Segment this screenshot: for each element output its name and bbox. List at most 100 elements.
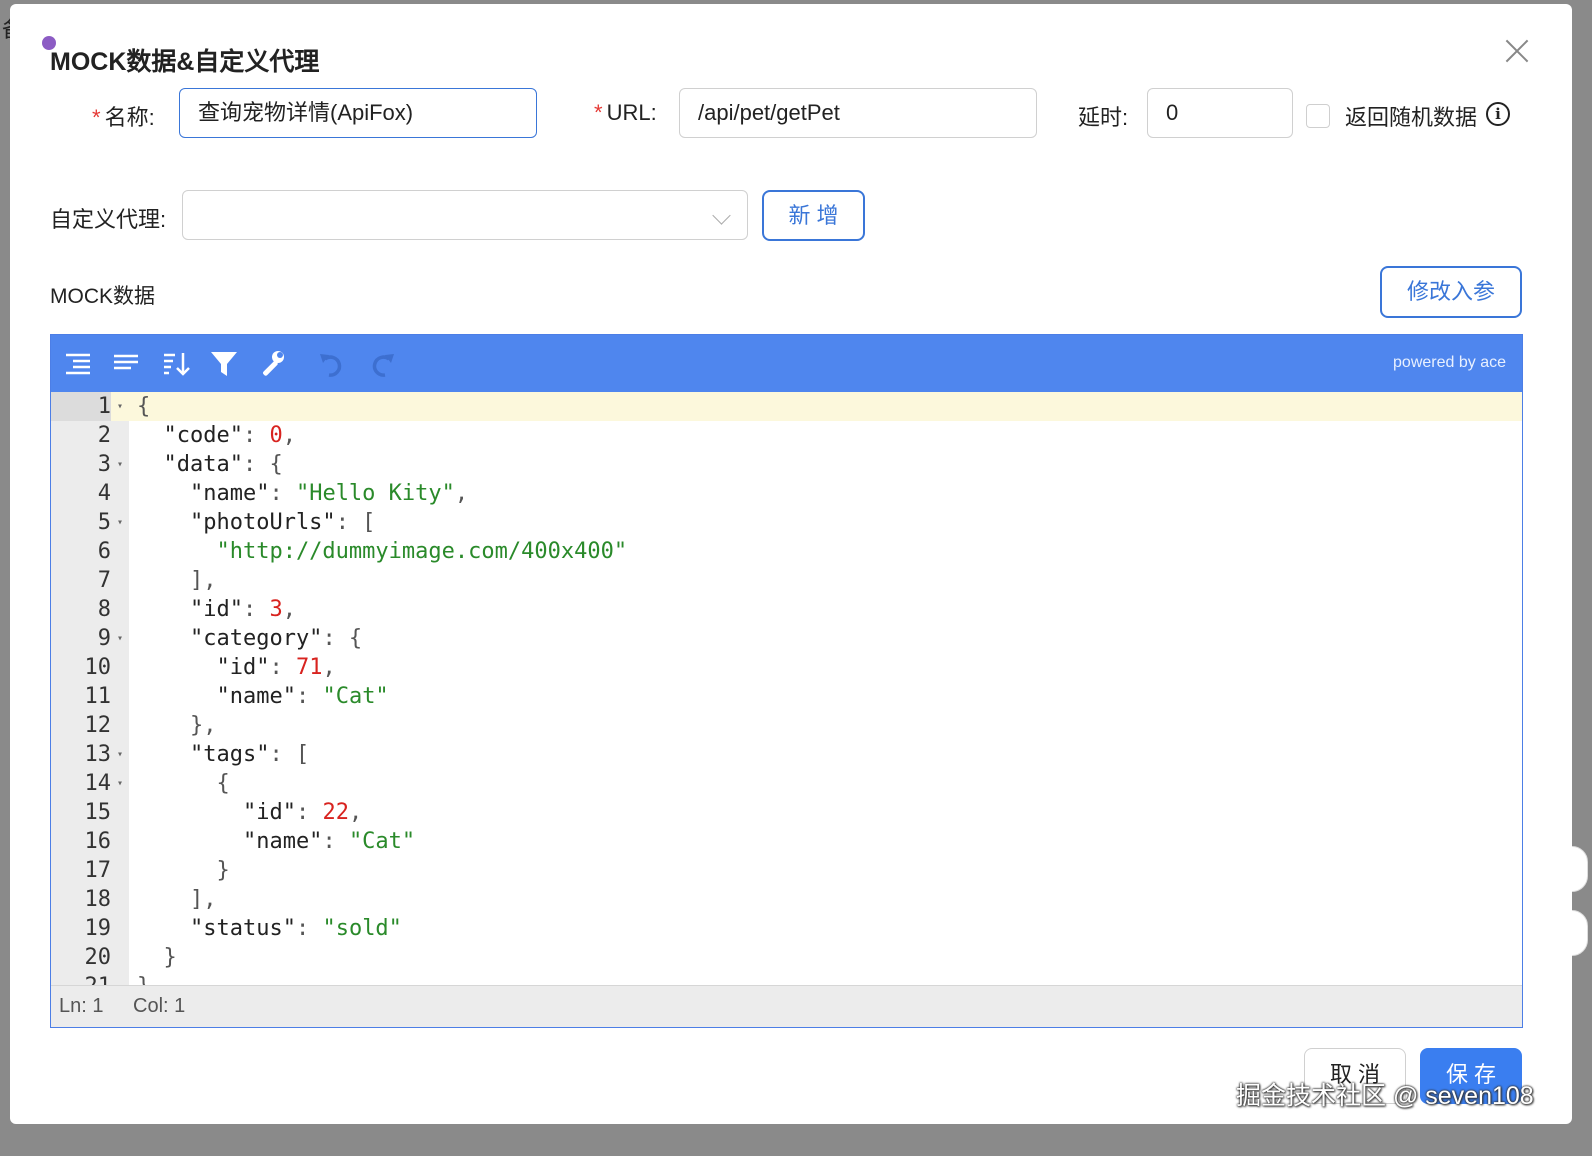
code-line[interactable]: 18 ], [51,885,1522,914]
code-token: : [269,481,296,506]
powered-by-label: powered by ace [1393,354,1506,371]
code-token: "name" [137,684,296,709]
code-line[interactable]: 9 ▾ "category": { [51,624,1522,653]
redo-icon[interactable] [367,349,397,379]
code-token: { [137,771,230,796]
code-line[interactable]: 17 } [51,856,1522,885]
code-text: "id": 3, [137,595,296,624]
line-number: 5 [97,510,111,535]
code-text: { [137,769,230,798]
code-line[interactable]: 16 "name": "Cat" [51,827,1522,856]
code-text: "category": { [137,624,362,653]
code-token: ], [137,568,217,593]
code-token: "name" [137,829,323,854]
mock-proxy-dialog: MOCK数据&自定义代理 * 名称: 查询宠物详情(ApiFox) * URL: /… [10,4,1572,1124]
line-number: 18 [84,887,112,912]
code-line[interactable]: 2 "code": 0, [51,421,1522,450]
code-token: ], [137,887,217,912]
json-editor[interactable]: powered by ace 1 ▾{2 "code": 0, 3 ▾ "data":… [50,334,1523,1028]
code-line[interactable]: 7 ], [51,566,1522,595]
code-line[interactable]: 5 ▾ "photoUrls": [ [51,508,1522,537]
code-text: }, [137,711,217,740]
delay-input[interactable]: 0 [1147,88,1293,138]
cursor-column: Col: 1 [133,995,186,1017]
url-label: * URL: [594,100,657,126]
url-label-text: URL: [606,100,657,125]
code-text: "code": 0, [137,421,295,450]
name-label: * 名称: [92,100,155,132]
code-token: 0 [269,423,283,448]
editor-toolbar: powered by ace [51,335,1522,392]
code-token: : [269,655,296,680]
code-line[interactable]: 14 ▾ { [51,769,1522,798]
code-line[interactable]: 6 "http://dummyimage.com/400x400" [51,537,1522,566]
code-line[interactable]: 21} [51,972,1522,986]
code-text: "tags": [ [137,740,309,769]
code-token: : [242,423,270,448]
code-line[interactable]: 11 "name": "Cat" [51,682,1522,711]
code-token: "id" [137,597,243,622]
line-number: 21 [51,972,112,986]
line-number: 4 [97,481,111,506]
code-text: "name": "Hello Kity", [137,479,468,508]
line-number: 20 [84,945,112,970]
info-icon[interactable]: i [1486,102,1510,126]
url-input[interactable]: /api/pet/getPet [679,88,1037,138]
fold-toggle-icon[interactable]: ▾ [117,769,123,798]
code-line[interactable]: 8 "id": 3, [51,595,1522,624]
repair-icon[interactable] [257,349,287,379]
random-data-label: 返回随机数据 [1345,105,1478,130]
code-text: "id": 71, [137,653,336,682]
sort-icon[interactable] [161,349,191,379]
code-line[interactable]: 3 ▾ "data": { [51,450,1522,479]
code-token: "id" [137,800,296,825]
proxy-select[interactable] [182,190,748,240]
code-line[interactable]: 20 } [51,943,1522,972]
name-input[interactable]: 查询宠物详情(ApiFox) [179,88,537,138]
code-line[interactable]: 15 "id": 22, [51,798,1522,827]
code-line[interactable]: 19 "status": "sold" [51,914,1522,943]
mock-section-label: MOCK数据 [50,285,155,308]
code-text: "name": "Cat" [137,682,388,711]
code-text: } [137,972,150,986]
code-token: "data" [137,452,243,477]
add-proxy-button[interactable]: 新 增 [762,190,865,241]
code-token: : [ [335,510,376,535]
code-token: , [322,655,336,680]
editor-statusbar: Ln: 1 Col: 1 [51,985,1522,1027]
compact-icon[interactable] [111,349,141,379]
code-line[interactable]: 10 "id": 71, [51,653,1522,682]
code-token: "sold" [322,916,402,941]
line-number: 16 [84,829,112,854]
undo-icon[interactable] [317,349,347,379]
code-token: : [ [269,742,310,767]
code-area[interactable]: 1 ▾{2 "code": 0, 3 ▾ "data": {4 "name": "He… [51,392,1522,986]
fold-toggle-icon[interactable]: ▾ [117,508,123,537]
code-token: : { [242,452,283,477]
code-token: }, [137,713,217,738]
fold-toggle-icon[interactable]: ▾ [117,450,123,479]
fold-toggle-icon[interactable]: ▾ [117,392,123,421]
code-text: } [137,943,176,972]
random-data-checkbox[interactable] [1306,104,1330,128]
filter-icon[interactable] [209,349,239,379]
code-text: } [137,856,229,885]
line-number: 1 [51,392,111,421]
fold-toggle-icon[interactable]: ▾ [117,740,123,769]
required-mark: * [92,105,101,130]
code-text: ], [137,566,217,595]
format-icon[interactable] [63,349,93,379]
line-number: 9 [97,626,111,651]
code-line[interactable]: 4 "name": "Hello Kity", [51,479,1522,508]
code-line[interactable]: 12 }, [51,711,1522,740]
close-icon[interactable] [1500,34,1534,68]
edit-params-button[interactable]: 修改入参 [1380,266,1522,318]
code-text: { [137,392,150,421]
code-line[interactable]: 1 ▾ { [51,392,1522,421]
code-line[interactable]: 13 ▾ "tags": [ [51,740,1522,769]
line-number: 11 [84,684,112,709]
code-token: "code" [137,423,243,448]
line-number: 15 [84,800,112,825]
fold-toggle-icon[interactable]: ▾ [117,624,123,653]
code-text: "photoUrls": [ [137,508,375,537]
